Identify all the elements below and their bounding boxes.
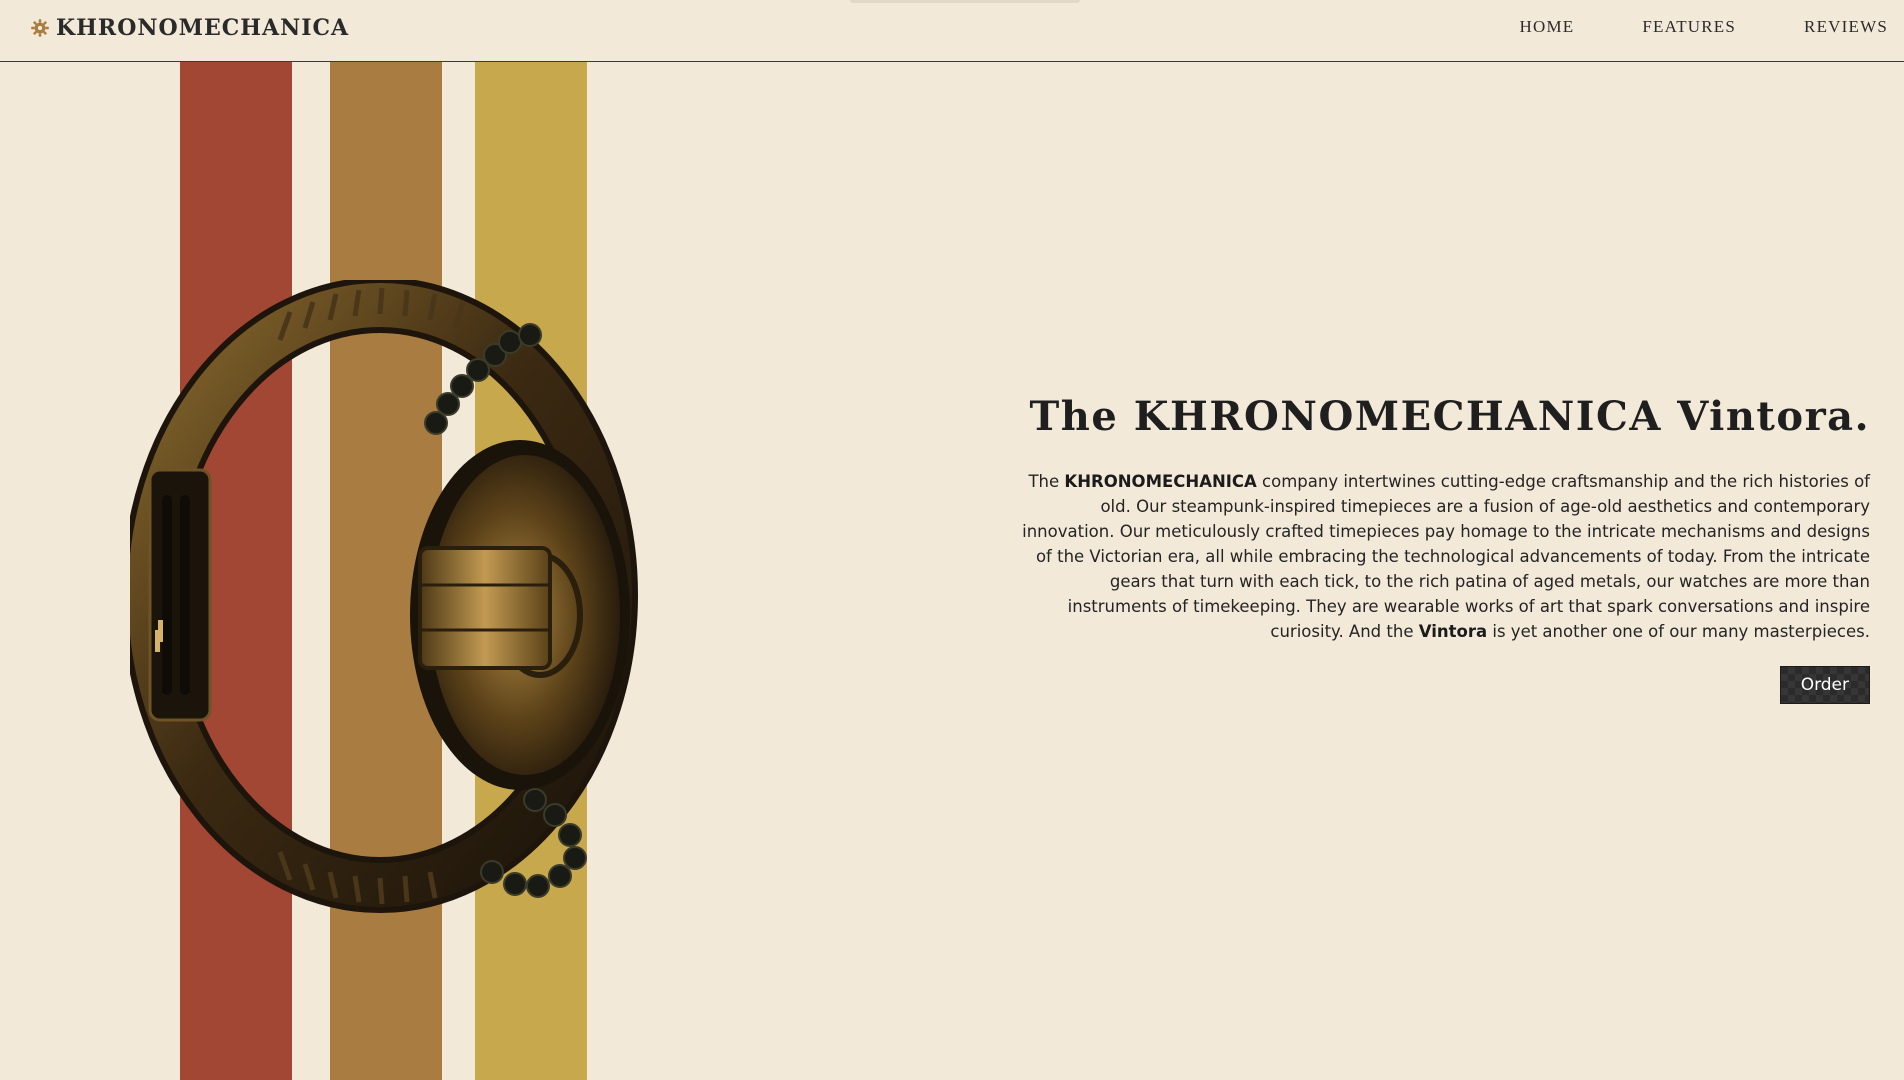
hero-text-outro: is yet another one of our many masterpie… (1492, 622, 1870, 641)
hero-product-bold: Vintora (1418, 622, 1488, 641)
header-decoration (850, 0, 1080, 3)
nav-features[interactable]: FEATURES (1642, 17, 1736, 37)
gear-icon (31, 19, 49, 37)
brand-logo[interactable]: KHRONOMECHANICA (30, 12, 349, 44)
brand-name: KHRONOMECHANICA (56, 15, 350, 41)
site-header: KHRONOMECHANICA HOME FEATURES REVIEWS (0, 0, 1904, 62)
hero-description: The KHRONOMECHANICA company intertwines … (1010, 469, 1870, 644)
main-nav: HOME FEATURES REVIEWS (1520, 17, 1888, 37)
order-button[interactable]: Order (1779, 666, 1870, 704)
hero-text-intro: The (1028, 472, 1060, 491)
watch-3d-model[interactable] (130, 280, 670, 920)
hero-brand-bold: KHRONOMECHANICA (1064, 472, 1257, 491)
hero-text-body: company intertwines cutting-edge craftsm… (1022, 472, 1870, 641)
hero-section: The KHRONOMECHANICA Vintora. The KHRONOM… (1010, 393, 1870, 704)
nav-home[interactable]: HOME (1520, 17, 1575, 37)
hero-title: The KHRONOMECHANICA Vintora. (1029, 393, 1870, 440)
nav-reviews[interactable]: REVIEWS (1804, 17, 1888, 37)
